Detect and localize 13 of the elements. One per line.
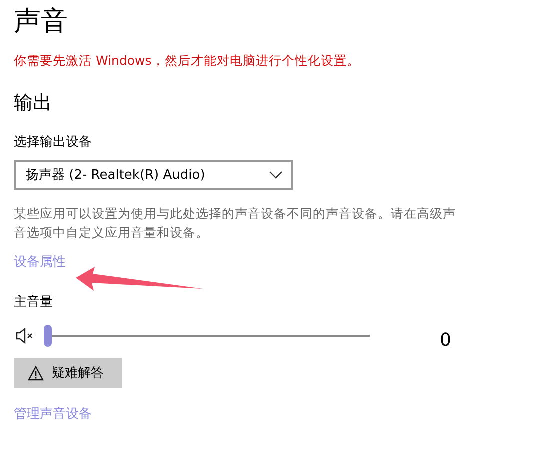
field-label: 选择输出设备 [14, 134, 93, 152]
volume-value: 0 [440, 330, 452, 350]
device-dropdown[interactable]: 扬声器 (2- Realtek(R) Audio) [14, 160, 293, 190]
page-title: 声音 [14, 5, 69, 39]
slider-thumb[interactable] [44, 325, 52, 347]
volume-slider[interactable] [44, 325, 370, 347]
chevron-icon [269, 171, 283, 179]
volume-label: 主音量 [14, 294, 54, 312]
warning-icon [28, 366, 44, 380]
description-text: 某些应用可以设置为使用与此处选择的声音设备不同的声音设备。请在高级声音选项中自定义应用音量和设备。 [14, 205, 457, 242]
troubleshoot-button[interactable]: 疑难解答 [14, 358, 122, 388]
section-title: 输出 [14, 91, 53, 116]
activation-warning: 你需要先激活 Windows，然后才能对电脑进行个性化设置。 [14, 52, 361, 70]
